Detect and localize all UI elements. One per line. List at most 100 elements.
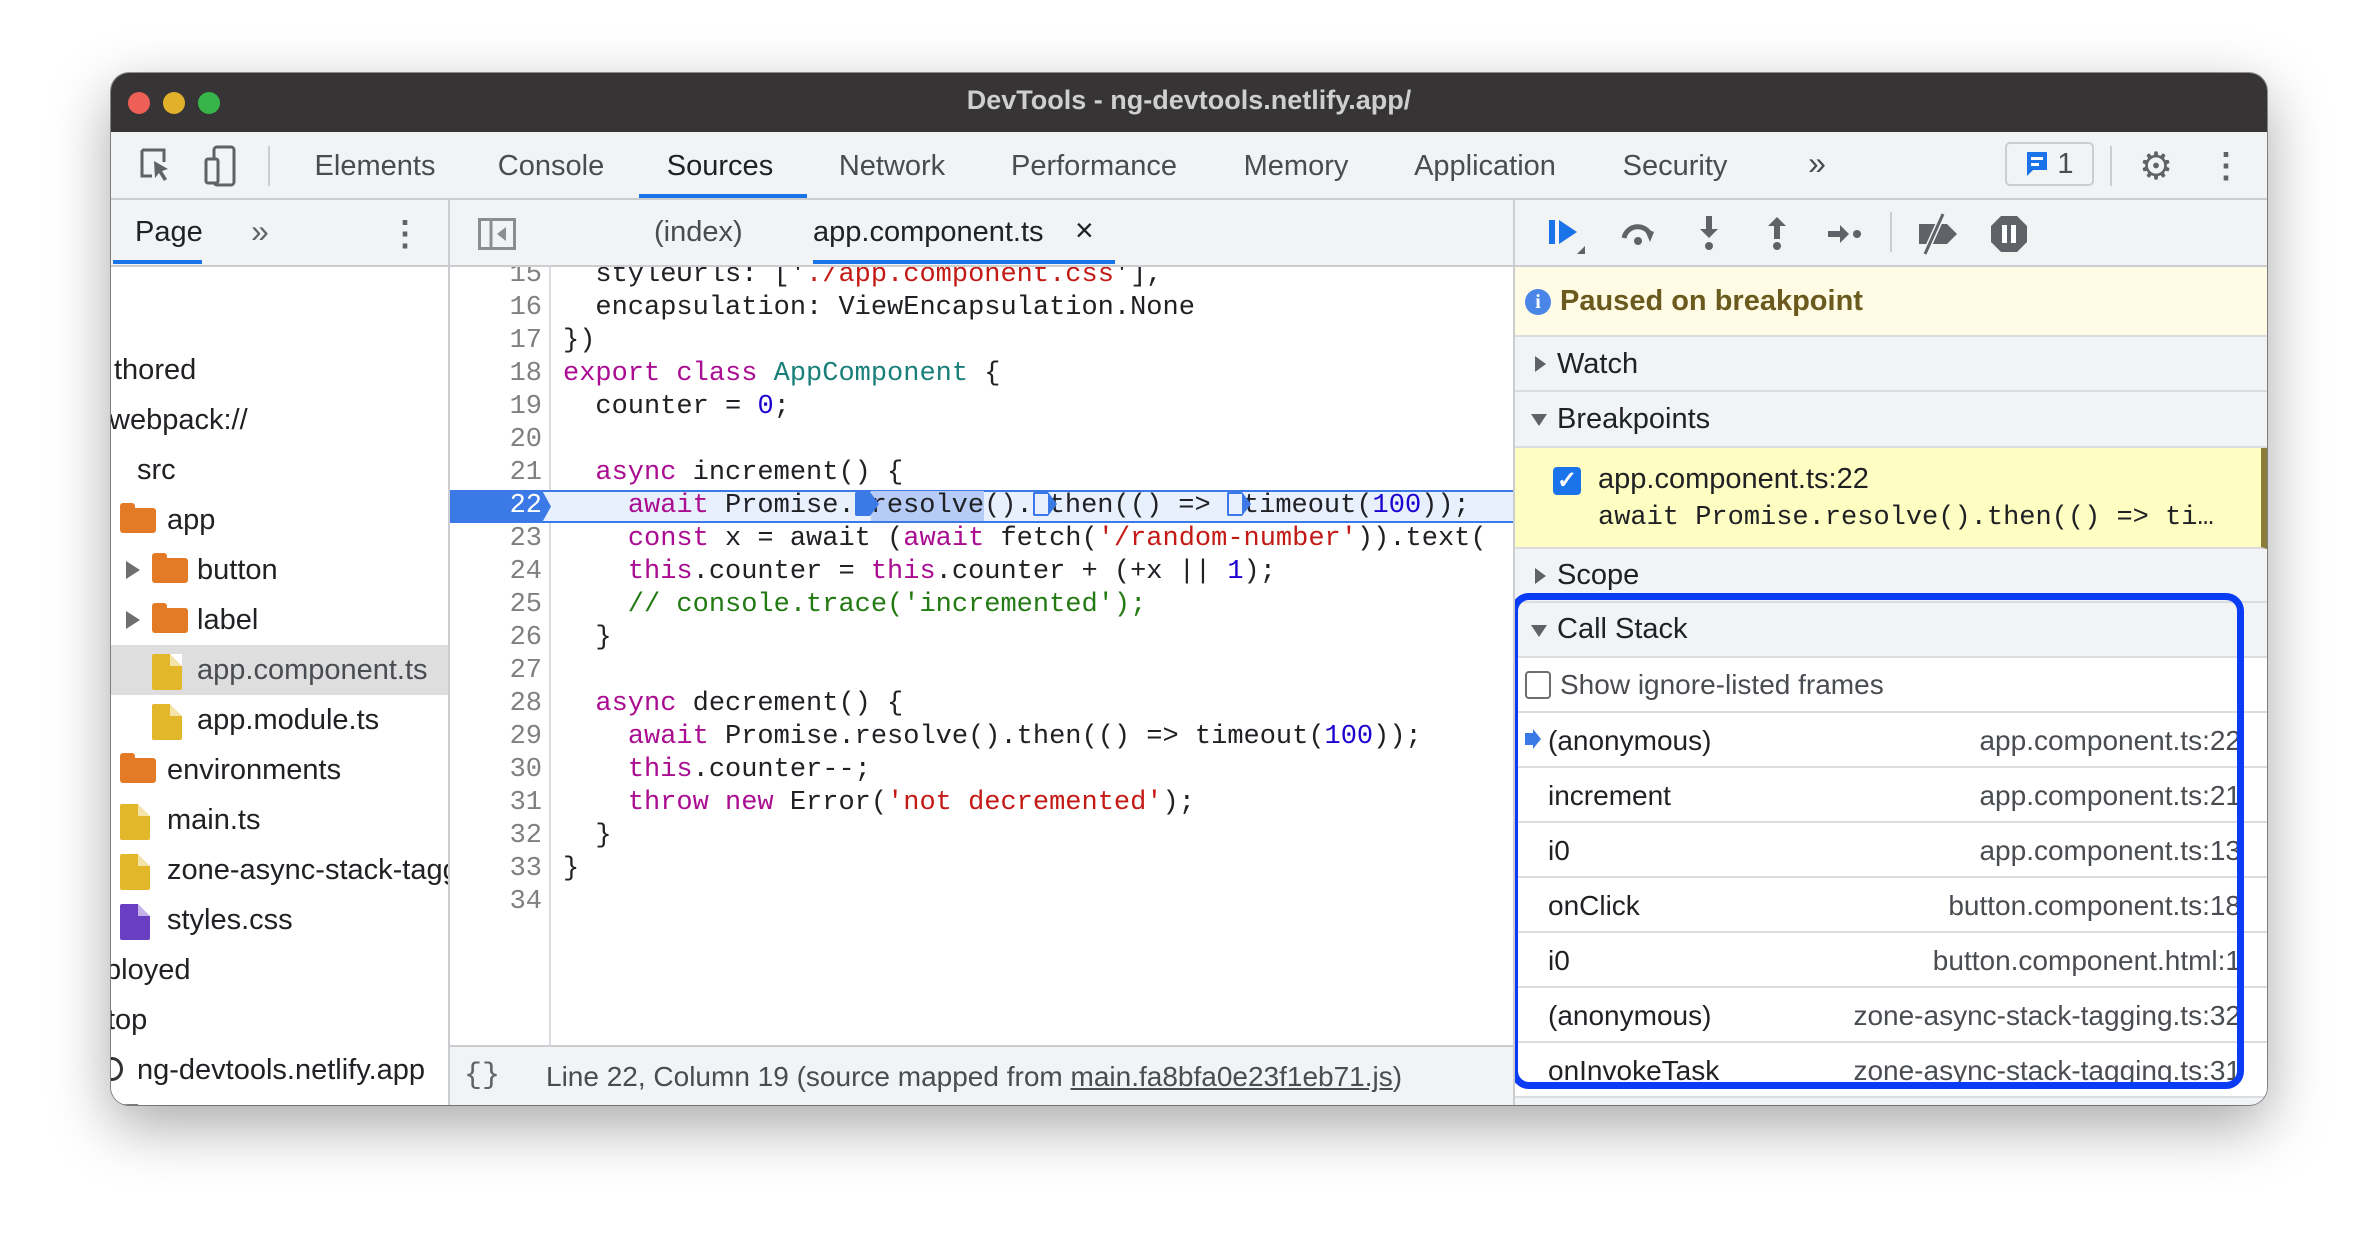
line-number[interactable]: 30	[450, 754, 542, 787]
line-number[interactable]: 20	[450, 424, 542, 457]
inline-breakpoint-marker[interactable]	[1032, 492, 1057, 516]
tree-item[interactable]: top	[111, 995, 448, 1045]
tree-item[interactable]: app.module.ts	[111, 695, 448, 745]
code-line[interactable]: 23 const x = await (await fetch('/random…	[450, 523, 1513, 556]
pause-on-exceptions-icon[interactable]	[1987, 212, 2031, 256]
tab-network[interactable]: Network	[839, 150, 945, 183]
line-number[interactable]: 34	[450, 886, 542, 919]
editor-tab-app-component[interactable]: app.component.ts	[813, 216, 1044, 249]
tab-application[interactable]: Application	[1414, 150, 1556, 183]
more-tabs-button[interactable]: »	[1808, 145, 1826, 182]
expand-arrow-icon[interactable]	[126, 611, 140, 629]
more-navigator-tabs-button[interactable]: »	[251, 213, 269, 250]
watch-section-header[interactable]: Watch	[1515, 337, 2267, 392]
line-number[interactable]: 15	[450, 267, 542, 292]
code-line[interactable]: 33}	[450, 853, 1513, 886]
tree-item[interactable]: button	[111, 545, 448, 595]
code-line[interactable]: 15 styleUrls: ['./app.component.css'],	[450, 267, 1513, 292]
line-number[interactable]: 32	[450, 820, 542, 853]
code-line[interactable]: 18 export class AppComponent {	[450, 358, 1513, 391]
line-number[interactable]: 27	[450, 655, 542, 688]
tab-console[interactable]: Console	[498, 150, 604, 183]
line-number[interactable]: 28	[450, 688, 542, 721]
pretty-print-icon[interactable]: {}	[464, 1059, 500, 1093]
device-toolbar-icon[interactable]	[203, 144, 239, 188]
line-number[interactable]: 21	[450, 457, 542, 490]
step-into-icon[interactable]	[1689, 214, 1729, 254]
line-number[interactable]: 16	[450, 292, 542, 325]
inline-breakpoint-marker[interactable]	[854, 492, 879, 516]
tree-item[interactable]: (index)	[111, 1095, 448, 1105]
code-line[interactable]: 31 throw new Error('not decremented');	[450, 787, 1513, 820]
code-line[interactable]: 32 }	[450, 820, 1513, 853]
code-line[interactable]: 30 this.counter--;	[450, 754, 1513, 787]
code-area[interactable]: 15 styleUrls: ['./app.component.css'], 16…	[450, 267, 1513, 1045]
line-number[interactable]: 19	[450, 391, 542, 424]
tree-item[interactable]: label	[111, 595, 448, 645]
step-out-icon[interactable]	[1757, 214, 1797, 254]
code-line[interactable]: 34	[450, 886, 1513, 919]
tree-item[interactable]: zone-async-stack-tagging.ts	[111, 845, 448, 895]
line-number[interactable]: 25	[450, 589, 542, 622]
expand-arrow-icon[interactable]	[126, 561, 140, 579]
breakpoint-marker[interactable]: 22	[450, 492, 551, 521]
tab-memory[interactable]: Memory	[1244, 150, 1349, 183]
code-line[interactable]: 17})	[450, 325, 1513, 358]
tree-item[interactable]: ng-devtools.netlify.app	[111, 1045, 448, 1095]
line-number[interactable]: 29	[450, 721, 542, 754]
tree-item[interactable]: ployed	[111, 945, 448, 995]
settings-gear-icon[interactable]: ⚙	[2136, 146, 2176, 188]
code-line[interactable]: 20	[450, 424, 1513, 457]
code-token: );	[1162, 788, 1195, 818]
close-tab-icon[interactable]: ×	[1075, 212, 1094, 249]
code-line[interactable]: 19 counter = 0;	[450, 391, 1513, 424]
inspect-element-icon[interactable]	[138, 146, 174, 186]
code-line[interactable]: 21 async increment() {	[450, 457, 1513, 490]
code-line[interactable]: 26 }	[450, 622, 1513, 655]
deactivate-breakpoints-icon[interactable]	[1915, 212, 1959, 256]
code-line[interactable]: 16 encapsulation: ViewEncapsulation.None	[450, 292, 1513, 325]
editor-tab-index[interactable]: (index)	[654, 216, 743, 249]
line-number[interactable]: 33	[450, 853, 542, 886]
code-token: .counter =	[692, 557, 871, 587]
code-line[interactable]: 28 async decrement() {	[450, 688, 1513, 721]
inline-breakpoint-marker[interactable]	[1226, 492, 1251, 516]
breakpoints-section-header[interactable]: Breakpoints	[1515, 392, 2267, 448]
code-line[interactable]: 27	[450, 655, 1513, 688]
toggle-navigator-icon[interactable]	[478, 218, 516, 250]
step-icon[interactable]	[1826, 214, 1866, 254]
tree-item[interactable]: main.ts	[111, 795, 448, 845]
more-options-kebab-icon[interactable]: ⋮	[2209, 146, 2243, 186]
source-map-link[interactable]: main.fa8bfa0e23f1eb71.js	[1071, 1061, 1393, 1092]
tree-item[interactable]: app	[111, 495, 448, 545]
code-line[interactable]: 24 this.counter = this.counter + (+x || …	[450, 556, 1513, 589]
code-line[interactable]: 22 await Promise. resolve(). then(() => ti…	[450, 490, 1513, 523]
code-token: encapsulation: ViewEncapsulation.None	[563, 293, 1195, 323]
tree-item[interactable]: thored	[111, 345, 448, 395]
tab-elements[interactable]: Elements	[315, 150, 436, 183]
tab-performance[interactable]: Performance	[1011, 150, 1177, 183]
resume-icon[interactable]	[1545, 214, 1585, 254]
line-number[interactable]: 26	[450, 622, 542, 655]
expand-arrow-icon	[1535, 568, 1546, 584]
line-number[interactable]: 18	[450, 358, 542, 391]
code-line[interactable]: 25 // console.trace('incremented');	[450, 589, 1513, 622]
line-number[interactable]: 24	[450, 556, 542, 589]
tab-page[interactable]: Page	[135, 216, 203, 249]
tree-item[interactable]: app.component.ts	[111, 645, 448, 695]
line-number[interactable]: 23	[450, 523, 542, 556]
tree-item[interactable]: styles.css	[111, 895, 448, 945]
issues-button[interactable]: 1	[2005, 142, 2094, 186]
line-number[interactable]: 17	[450, 325, 542, 358]
tree-item[interactable]: environments	[111, 745, 448, 795]
step-over-icon[interactable]	[1618, 214, 1658, 254]
breakpoint-checkbox[interactable]: ✓	[1553, 467, 1581, 495]
navigator-menu-kebab-icon[interactable]: ⋮	[388, 214, 422, 254]
tab-sources[interactable]: Sources	[667, 150, 773, 183]
line-number[interactable]: 31	[450, 787, 542, 820]
code-line[interactable]: 29 await Promise.resolve().then(() => ti…	[450, 721, 1513, 754]
tab-security[interactable]: Security	[1623, 150, 1728, 183]
tree-item[interactable]: webpack://	[111, 395, 448, 445]
breakpoint-item[interactable]: ✓ app.component.ts:22 await Promise.reso…	[1515, 448, 2267, 549]
tree-item[interactable]: src	[111, 445, 448, 495]
